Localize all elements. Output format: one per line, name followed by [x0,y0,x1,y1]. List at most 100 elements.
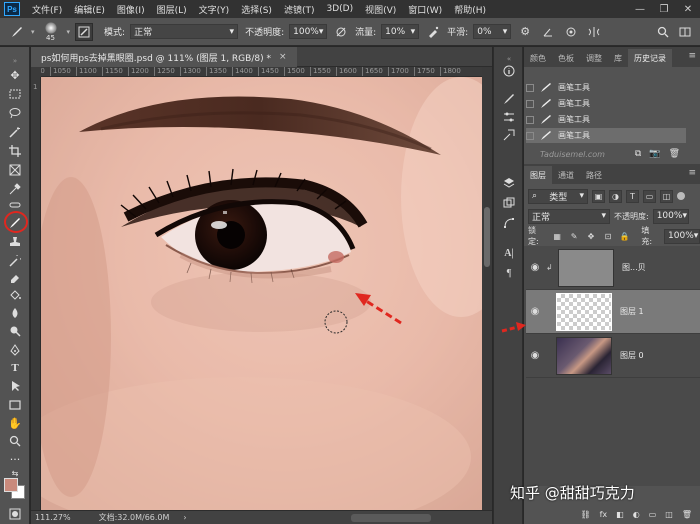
history-brush-tool-icon[interactable] [5,253,25,269]
menu-layer[interactable]: 图层(L) [151,3,193,16]
brush-tool-icon[interactable] [8,23,26,41]
scrollbar-thumb[interactable] [484,207,490,267]
paths-icon[interactable] [500,215,518,231]
history-item-selected[interactable]: 画笔工具 [526,128,686,143]
symmetry-icon[interactable] [585,23,603,41]
airbrush-icon[interactable] [424,23,442,41]
brush-preset-panel-icon[interactable] [500,91,518,107]
blend-mode-select[interactable]: 正常 ▾ [528,208,610,224]
history-item[interactable]: 画笔工具 [526,80,686,95]
snapshot-camera-icon[interactable]: 📷 [649,149,660,159]
smooth-field[interactable]: 0% ▾ [473,24,512,39]
tab-history[interactable]: 历史记录 [628,49,672,67]
close-tab-icon[interactable]: × [279,52,287,62]
horizontal-ruler[interactable]: 1000 1050 1100 1150 1200 1250 1300 1350 … [41,67,482,77]
paint-bucket-tool-icon[interactable] [5,287,25,303]
filter-type-icon[interactable]: T [626,189,639,203]
menu-view[interactable]: 视图(V) [359,3,402,16]
flow-field[interactable]: 10% ▾ [381,24,420,39]
new-layer-icon[interactable]: ◫ [665,510,673,519]
menu-select[interactable]: 选择(S) [235,3,278,16]
filter-toggle[interactable] [677,192,685,200]
close-button[interactable]: ✕ [676,0,700,18]
layers-panel-icon[interactable] [500,175,518,191]
zoom-level[interactable]: 111.27% [35,513,71,522]
panel-menu-icon[interactable]: ≡ [688,168,696,178]
restore-button[interactable]: ❐ [652,0,676,18]
filter-adjustment-icon[interactable]: ◑ [609,189,622,203]
paragraph-panel-icon[interactable]: ¶ [500,265,518,281]
tab-color[interactable]: 颜色 [524,49,552,67]
horizontal-scrollbar-thumb[interactable] [351,514,431,522]
menu-help[interactable]: 帮助(H) [448,3,492,16]
eye-icon[interactable]: ◉ [526,350,544,361]
tab-adjustments[interactable]: 调整 [580,49,608,67]
menu-window[interactable]: 窗口(W) [402,3,448,16]
panel-menu-icon[interactable]: ≡ [688,51,696,61]
move-tool-icon[interactable]: ✥ [5,67,25,83]
hand-tool-icon[interactable]: ✋ [5,415,25,431]
blur-tool-icon[interactable] [5,305,25,321]
history-item[interactable]: 画笔工具 [526,96,686,111]
layer-opacity-field[interactable]: 100% ▾ [652,208,689,224]
lock-image-icon[interactable]: ✎ [568,230,581,243]
lasso-tool-icon[interactable] [5,105,25,121]
quick-mask-icon[interactable] [5,506,25,522]
search-icon[interactable] [654,23,672,41]
workspace-icon[interactable] [676,23,694,41]
brush-tool-icon[interactable] [5,215,25,231]
menu-file[interactable]: 文件(F) [26,3,68,16]
zoom-tool-icon[interactable] [5,433,25,449]
eye-icon[interactable]: ◉ [526,306,544,317]
dropdown-caret-icon[interactable]: ▾ [67,28,71,36]
menu-type[interactable]: 文字(Y) [193,3,236,16]
filter-smart-icon[interactable]: ◫ [660,189,673,203]
filter-shape-icon[interactable]: ▭ [643,189,656,203]
layer-comps-icon[interactable] [500,195,518,211]
layer-row-0[interactable]: ◉ 图层 0 [526,334,700,378]
eye-icon[interactable]: ◉ [526,262,544,273]
tab-channels[interactable]: 通道 [552,166,580,184]
menu-edit[interactable]: 编辑(E) [68,3,111,16]
lock-transparent-icon[interactable]: ▦ [551,230,564,243]
stamp-tool-icon[interactable] [5,234,25,250]
link-layers-icon[interactable]: ⛓ [580,510,590,519]
adjustment-layer-icon[interactable]: ◐ [633,510,640,519]
filter-pixel-icon[interactable]: ▣ [592,189,605,203]
pressure-size-icon[interactable] [562,23,580,41]
eyedropper-tool-icon[interactable] [5,181,25,197]
layer-filter-select[interactable]: ⌕ 类型 ▾ [528,188,588,204]
lock-all-icon[interactable]: 🔒 [618,230,631,243]
new-group-icon[interactable]: ▭ [649,510,657,519]
new-document-icon[interactable]: ⧉ [635,149,641,159]
add-mask-icon[interactable]: ◧ [616,510,624,519]
fx-icon[interactable]: fx [600,510,608,519]
vertical-scrollbar[interactable] [482,67,492,510]
opacity-field[interactable]: 100% ▾ [289,24,328,39]
dodge-tool-icon[interactable] [5,323,25,339]
ruler-origin[interactable] [31,67,41,77]
history-checkbox[interactable] [526,83,534,92]
rectangle-tool-icon[interactable] [5,397,25,413]
brush-settings-icon[interactable] [75,22,94,41]
menu-3d[interactable]: 3D(D) [320,4,359,14]
adjust-panel-icon[interactable] [500,109,518,125]
tab-paths[interactable]: 路径 [580,166,608,184]
character-panel-icon[interactable]: A| [500,245,518,261]
history-checkbox[interactable] [526,99,534,108]
tab-layers[interactable]: 图层 [524,166,552,184]
document-canvas[interactable] [41,77,482,510]
vertical-ruler[interactable]: 1 [31,77,41,510]
history-checkbox[interactable] [526,131,534,140]
tab-libraries[interactable]: 库 [608,49,628,67]
trash-icon[interactable]: 🗑 [669,149,680,159]
marquee-tool-icon[interactable] [5,86,25,102]
angle-icon[interactable] [539,23,557,41]
clone-source-icon[interactable] [500,127,518,143]
history-checkbox[interactable] [526,115,534,124]
eraser-tool-icon[interactable] [5,270,25,286]
dropdown-caret-icon[interactable]: ▾ [31,28,35,36]
lock-artboard-icon[interactable]: ⊡ [601,230,614,243]
magic-wand-tool-icon[interactable] [5,124,25,140]
info-icon[interactable] [500,63,518,79]
